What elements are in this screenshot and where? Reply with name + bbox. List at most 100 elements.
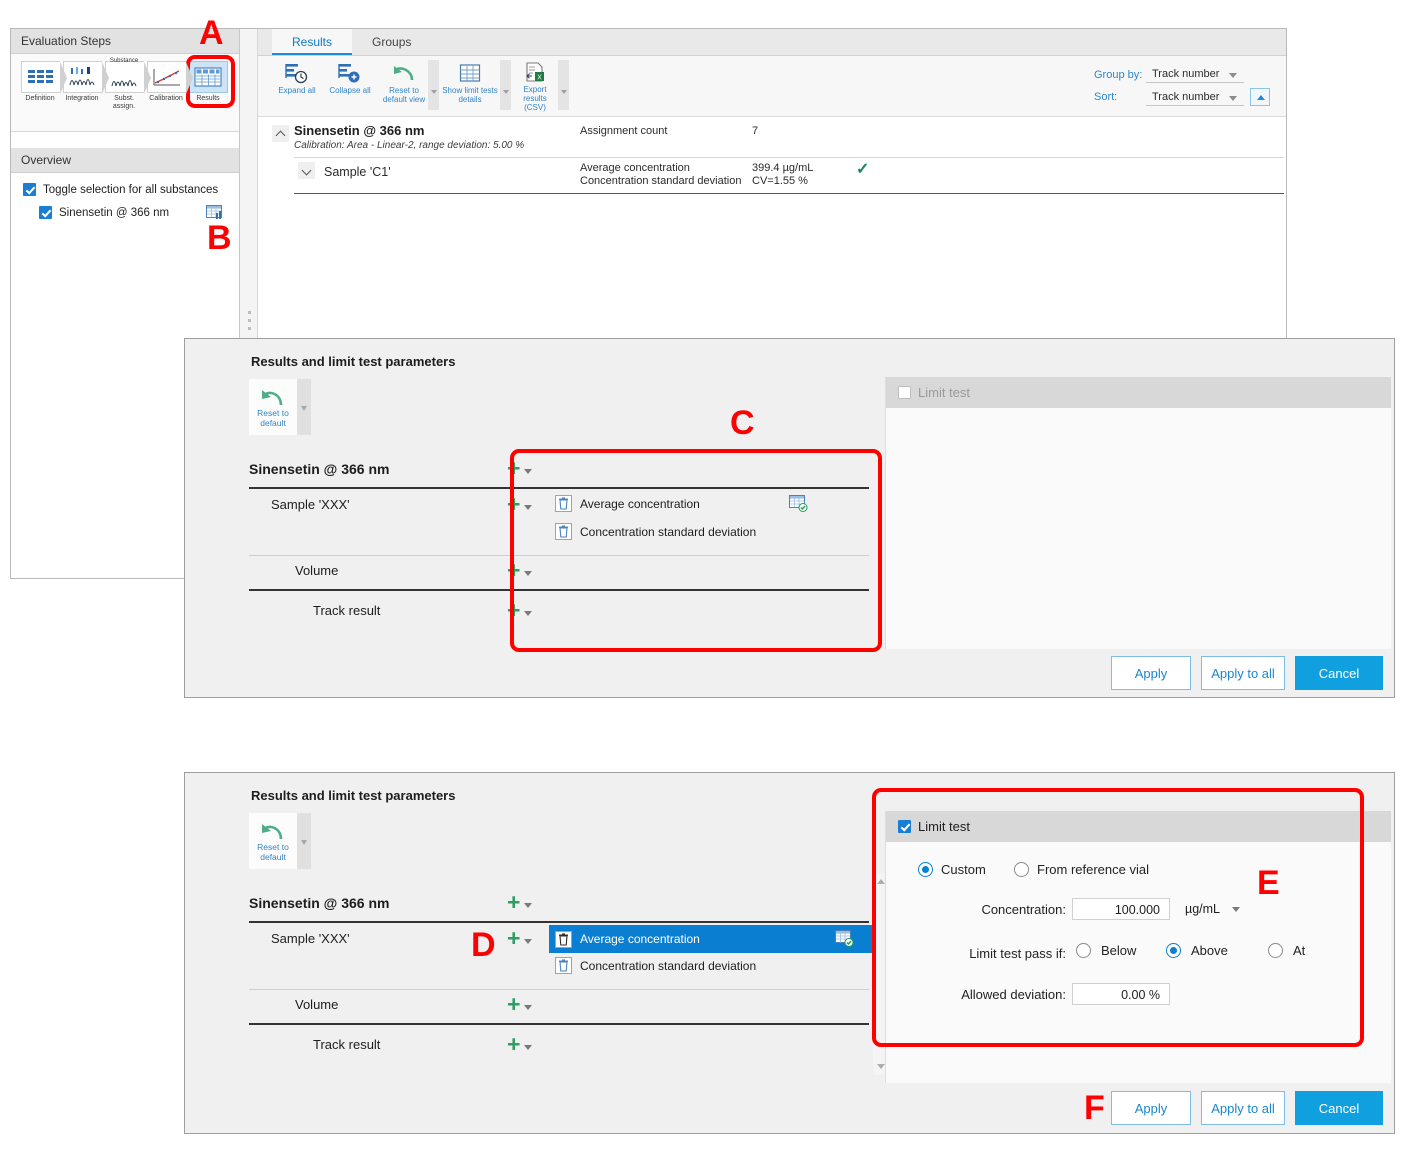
tree-row-sample: Sample 'XXX' + Average concentration xyxy=(249,925,869,991)
collapse-all-button[interactable]: Collapse all xyxy=(322,58,378,112)
show-limit-tests-label: Show limit tests details xyxy=(442,86,498,104)
limit-test-checkbox[interactable] xyxy=(898,386,911,399)
sample-label: Sample 'C1' xyxy=(324,165,391,179)
apply-to-all-button[interactable]: Apply to all xyxy=(1201,656,1285,690)
reset-to-default-split-button[interactable]: Reset to default xyxy=(249,379,311,435)
concentration-sd-label: Concentration standard deviation xyxy=(580,175,741,187)
assignment-count-label: Assignment count xyxy=(580,125,667,137)
reset-dropdown-arrow[interactable] xyxy=(297,379,311,435)
add-parameter-sample-button[interactable]: + xyxy=(507,929,532,947)
results-toolbar: Expand all Collapse all xyxy=(258,56,1286,117)
group-expand-toggle[interactable] xyxy=(272,125,289,142)
step-label: Integration xyxy=(65,95,98,103)
group-subtitle: Calibration: Area - Linear-2, range devi… xyxy=(294,140,524,151)
sample-row-label: Sample 'XXX' xyxy=(271,931,350,946)
limit-tests-table-icon xyxy=(458,58,482,84)
substance-tag-label: Substance xyxy=(105,57,143,65)
show-limit-tests-button[interactable]: Show limit tests details xyxy=(442,58,498,112)
sample-row-label: Sample 'XXX' xyxy=(271,497,350,512)
apply-to-all-button[interactable]: Apply to all xyxy=(1201,1091,1285,1125)
chevron-down-icon xyxy=(1229,73,1237,78)
dialog-title: Results and limit test parameters xyxy=(251,354,455,369)
group-bottom-rule xyxy=(294,193,1284,194)
assignment-count-value: 7 xyxy=(752,125,758,137)
toolbar-split-3[interactable] xyxy=(558,60,569,110)
sort-value: Track number xyxy=(1152,89,1219,106)
cancel-button[interactable]: Cancel xyxy=(1295,1091,1383,1125)
annotation-label-c: C xyxy=(730,406,755,440)
track-result-row-label: Track result xyxy=(313,603,380,618)
substance-row[interactable]: Sinensetin @ 366 nm xyxy=(11,201,239,224)
substance-row-label: Sinensetin @ 366 nm xyxy=(249,461,389,477)
row-divider xyxy=(294,157,1284,158)
plus-icon: + xyxy=(507,893,520,911)
toggle-all-substances-row[interactable]: Toggle selection for all substances xyxy=(11,178,239,201)
step-substance-assign[interactable]: Substance Subst. assign. xyxy=(103,59,145,123)
annotation-box-e xyxy=(872,788,1364,1047)
tab-groups[interactable]: Groups xyxy=(352,29,431,55)
expand-all-label: Expand all xyxy=(278,86,315,95)
sort-select[interactable]: Track number xyxy=(1146,89,1244,106)
toolbar-split-2[interactable] xyxy=(500,60,511,110)
average-concentration-value: 399.4 µg/mL xyxy=(752,162,813,174)
result-group-row: Sinensetin @ 366 nm Calibration: Area - … xyxy=(258,117,1286,125)
toggle-all-checkbox[interactable] xyxy=(23,183,36,196)
export-results-button[interactable]: X Export results (CSV) xyxy=(514,58,556,112)
step-calibration[interactable]: Calibration xyxy=(145,59,187,123)
average-concentration-label: Average concentration xyxy=(580,162,690,174)
delete-icon[interactable] xyxy=(555,957,572,974)
group-by-label: Group by: xyxy=(1094,69,1146,81)
tree-row-track-result: Track result + xyxy=(249,1031,869,1067)
reset-to-default-button[interactable]: Reset to default xyxy=(249,379,297,435)
step-chevron xyxy=(102,62,109,94)
add-parameter-volume-button[interactable]: + xyxy=(507,995,532,1013)
step-definition[interactable]: Definition xyxy=(19,59,61,123)
param-average-concentration[interactable]: Average concentration xyxy=(549,925,875,953)
step-integration[interactable]: Integration xyxy=(61,59,103,123)
plus-icon: + xyxy=(507,1035,520,1053)
substance-row-label: Sinensetin @ 366 nm xyxy=(249,895,389,911)
toolbar-split-1[interactable] xyxy=(428,60,439,110)
reset-arrow-icon xyxy=(392,58,416,84)
param-concentration-sd[interactable]: Concentration standard deviation xyxy=(555,957,855,974)
expand-all-button[interactable]: Expand all xyxy=(270,58,324,112)
chevron-down-icon xyxy=(524,903,532,908)
overview-header: Overview xyxy=(11,148,239,173)
add-parameter-substance-button[interactable]: + xyxy=(507,893,532,911)
chevron-down-icon xyxy=(1229,96,1237,101)
export-csv-icon: X xyxy=(523,58,547,83)
reset-to-default-button[interactable]: Reset to default xyxy=(249,813,297,869)
collapse-all-icon xyxy=(338,58,362,84)
reset-dropdown-arrow[interactable] xyxy=(297,813,311,869)
scroll-down-arrow-icon[interactable] xyxy=(877,1064,885,1069)
splitter-grip-dots xyxy=(248,311,251,335)
track-result-row-label: Track result xyxy=(313,1037,380,1052)
reset-to-default-split-button[interactable]: Reset to default xyxy=(249,813,311,869)
row-rule xyxy=(249,1023,869,1025)
cancel-button[interactable]: Cancel xyxy=(1295,656,1383,690)
export-results-label: Export results (CSV) xyxy=(514,85,556,112)
reset-default-view-button[interactable]: Reset to default view xyxy=(380,58,428,112)
tab-bar: Results Groups xyxy=(258,29,1286,56)
delete-icon[interactable] xyxy=(555,931,572,948)
sample-expand-toggle[interactable] xyxy=(298,162,315,179)
limit-test-label: Limit test xyxy=(918,385,970,400)
reset-to-default-label: Reset to default xyxy=(249,408,297,428)
apply-button[interactable]: Apply xyxy=(1111,656,1191,690)
param-label: Average concentration xyxy=(580,932,700,946)
add-parameter-track-button[interactable]: + xyxy=(507,1035,532,1053)
group-by-value: Track number xyxy=(1152,66,1219,83)
collapse-all-label: Collapse all xyxy=(329,86,370,95)
apply-button[interactable]: Apply xyxy=(1111,1091,1191,1125)
substance-checkbox[interactable] xyxy=(39,206,52,219)
svg-text:X: X xyxy=(537,74,542,81)
volume-row-label: Volume xyxy=(295,997,338,1012)
chevron-down-icon xyxy=(524,939,532,944)
sort-ascending-icon[interactable] xyxy=(1250,88,1270,106)
limit-test-header[interactable]: Limit test xyxy=(886,377,1391,408)
tree-row-volume: Volume + xyxy=(249,991,869,1029)
tab-results[interactable]: Results xyxy=(272,29,352,55)
limit-test-configured-icon[interactable] xyxy=(835,930,854,950)
group-by-select[interactable]: Track number xyxy=(1146,66,1244,83)
grouping-controls: Group by: Track number Sort: Track numbe… xyxy=(1094,66,1270,111)
